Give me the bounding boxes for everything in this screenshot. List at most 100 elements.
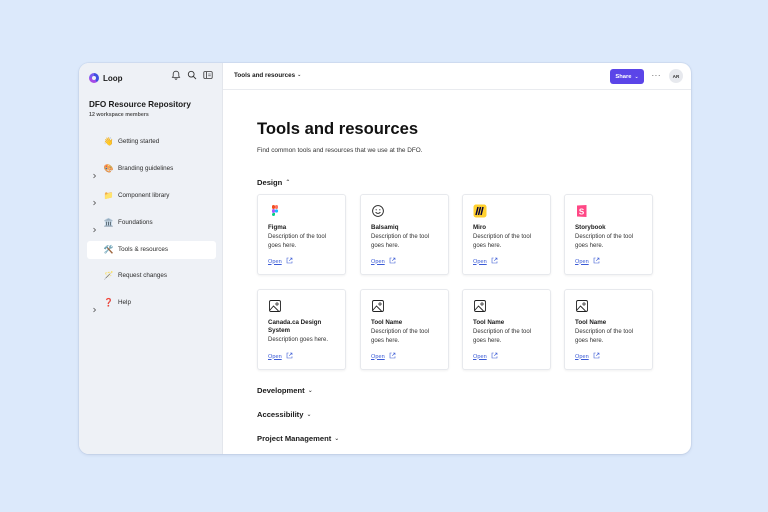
tool-card[interactable]: Balsamiq Description of the tool goes here… [360, 194, 449, 275]
tool-description: Description of the tool [371, 234, 430, 240]
tool-card[interactable]: Tool Name Description of the tool goes her… [462, 289, 551, 370]
chevron-right-icon[interactable] [92, 300, 97, 313]
sidebar-item[interactable]: 🎨 Branding guidelines [87, 160, 216, 179]
search-icon[interactable] [187, 70, 197, 80]
tool-description: Description of the tool [268, 234, 327, 240]
tool-description: Description of the tool [575, 234, 634, 240]
sidebar-item-label: Foundations [118, 218, 153, 226]
open-link[interactable]: Open [371, 352, 396, 361]
page-emoji-icon: 📁 [103, 190, 114, 200]
chevron-down-icon: ⌄ [297, 72, 302, 78]
workspace-members: 12 workspace members [89, 112, 149, 118]
chevron-right-icon[interactable] [92, 166, 97, 179]
tool-name: Figma [268, 224, 287, 231]
sidebar-item[interactable]: 🛠️ Tools & resources [87, 240, 216, 259]
chevron-down-icon: ⌄ [306, 412, 312, 418]
tool-description: Description of the tool [371, 329, 430, 335]
tool-description: Description of the tool [473, 329, 532, 335]
avatar[interactable]: AR [669, 69, 683, 83]
image-icon [371, 299, 385, 313]
sidebar-toolbar [171, 70, 213, 80]
app-brand[interactable]: Loop [89, 71, 123, 85]
sidebar-item-label: Getting started [118, 138, 160, 145]
loop-logo-icon [89, 73, 99, 83]
open-link-label: Open [473, 353, 487, 360]
tool-name: Balsamiq [371, 224, 399, 231]
external-link-icon [589, 352, 600, 361]
sidebar-item-label: Help [118, 299, 131, 307]
section-label: Project Management [257, 434, 332, 443]
image-icon [268, 299, 282, 313]
breadcrumb-label: Tools and resources [234, 72, 296, 79]
svg-text:S: S [579, 207, 585, 216]
chevron-down-icon: ⌄ [334, 436, 340, 442]
balsamiq-icon [371, 204, 385, 218]
section-header[interactable]: Design ⌃ [257, 178, 290, 187]
page-emoji-icon: 🏛️ [103, 217, 114, 227]
chevron-right-icon[interactable] [92, 220, 97, 232]
tool-description: goes here. [473, 337, 502, 344]
sidebar-item-label: Branding guidelines [118, 164, 174, 172]
breadcrumb[interactable]: Tools and resources ⌄ [234, 72, 301, 79]
external-link-icon [487, 257, 498, 266]
tool-description: goes here. [575, 337, 604, 344]
tool-description: goes here. [371, 337, 400, 344]
tool-card[interactable]: Tool Name Description of the tool goes her… [564, 289, 653, 370]
section-header[interactable]: Accessibility ⌄ [257, 410, 311, 419]
workspace-title[interactable]: DFO Resource Repository [89, 100, 191, 109]
image-icon [473, 299, 487, 313]
chevron-down-icon: ⌄ [307, 388, 313, 394]
section-header[interactable]: Development ⌄ [257, 386, 313, 395]
open-link[interactable]: Open [371, 257, 396, 266]
open-link[interactable]: Open [473, 352, 498, 361]
tool-name: Storybook [575, 224, 606, 231]
external-link-icon [385, 257, 396, 266]
tool-description: goes here. [268, 242, 297, 249]
tool-description: goes here. [473, 242, 502, 249]
storybook-icon: S [575, 204, 589, 218]
tool-card[interactable]: Figma Description of the tool goes here. Op… [257, 194, 346, 275]
sidebar-item-label: Component library [118, 191, 170, 199]
sidebar-item[interactable]: 👋 Getting started [87, 133, 216, 151]
more-options-icon[interactable]: ··· [652, 72, 662, 80]
sidebar-nav: 👋 Getting started 🎨 Branding guidelines 📁 Com… [87, 133, 216, 321]
tool-card[interactable]: S Storybook Description of the tool goes he… [564, 194, 653, 275]
open-link[interactable]: Open [268, 352, 293, 361]
sidebar-item-label: Request changes [118, 272, 168, 280]
sidebar-item[interactable]: 🪄 Request changes [87, 267, 216, 285]
section-header[interactable]: Project Management ⌄ [257, 434, 339, 443]
open-link-label: Open [473, 258, 487, 265]
open-link-label: Open [371, 258, 385, 265]
app-name: Loop [103, 73, 123, 83]
tool-name: Miro [473, 224, 487, 231]
bell-icon[interactable] [171, 70, 181, 80]
open-link-label: Open [575, 353, 589, 360]
section-label: Accessibility [257, 410, 304, 419]
external-link-icon [487, 352, 498, 361]
tool-card[interactable]: Tool Name Description of the tool goes her… [360, 289, 449, 370]
share-button[interactable]: Share ⌄ [610, 69, 644, 84]
sidebar: Loop DFO Resource Repository 12 workspac… [79, 63, 223, 454]
sidebar-item[interactable]: 🏛️ Foundations [87, 214, 216, 232]
open-link[interactable]: Open [473, 257, 498, 266]
external-link-icon [589, 257, 600, 266]
page-emoji-icon: 👋 [103, 137, 114, 146]
open-link-label: Open [268, 258, 282, 265]
open-link[interactable]: Open [268, 257, 293, 266]
loop-window: Loop DFO Resource Repository 12 workspac… [79, 63, 691, 454]
sidebar-toggle-icon[interactable] [203, 70, 213, 80]
sidebar-item[interactable]: ❓ Help [87, 294, 216, 313]
tool-card[interactable]: Canada.ca Design System Description goes … [257, 289, 346, 370]
page-description: Find common tools and resources that we … [257, 147, 423, 154]
chevron-right-icon[interactable] [92, 193, 97, 206]
image-icon [575, 299, 589, 313]
figma-icon [268, 204, 282, 218]
open-link[interactable]: Open [575, 257, 600, 266]
tool-description: Description of the tool [575, 329, 634, 335]
page-emoji-icon: 🛠️ [103, 244, 114, 254]
tool-card[interactable]: Miro Description of the tool goes here. Ope… [462, 194, 551, 275]
sidebar-item[interactable]: 📁 Component library [87, 187, 216, 206]
page-title: Tools and resources [257, 119, 419, 138]
chevron-up-icon: ⌃ [285, 180, 291, 186]
open-link[interactable]: Open [575, 352, 600, 361]
